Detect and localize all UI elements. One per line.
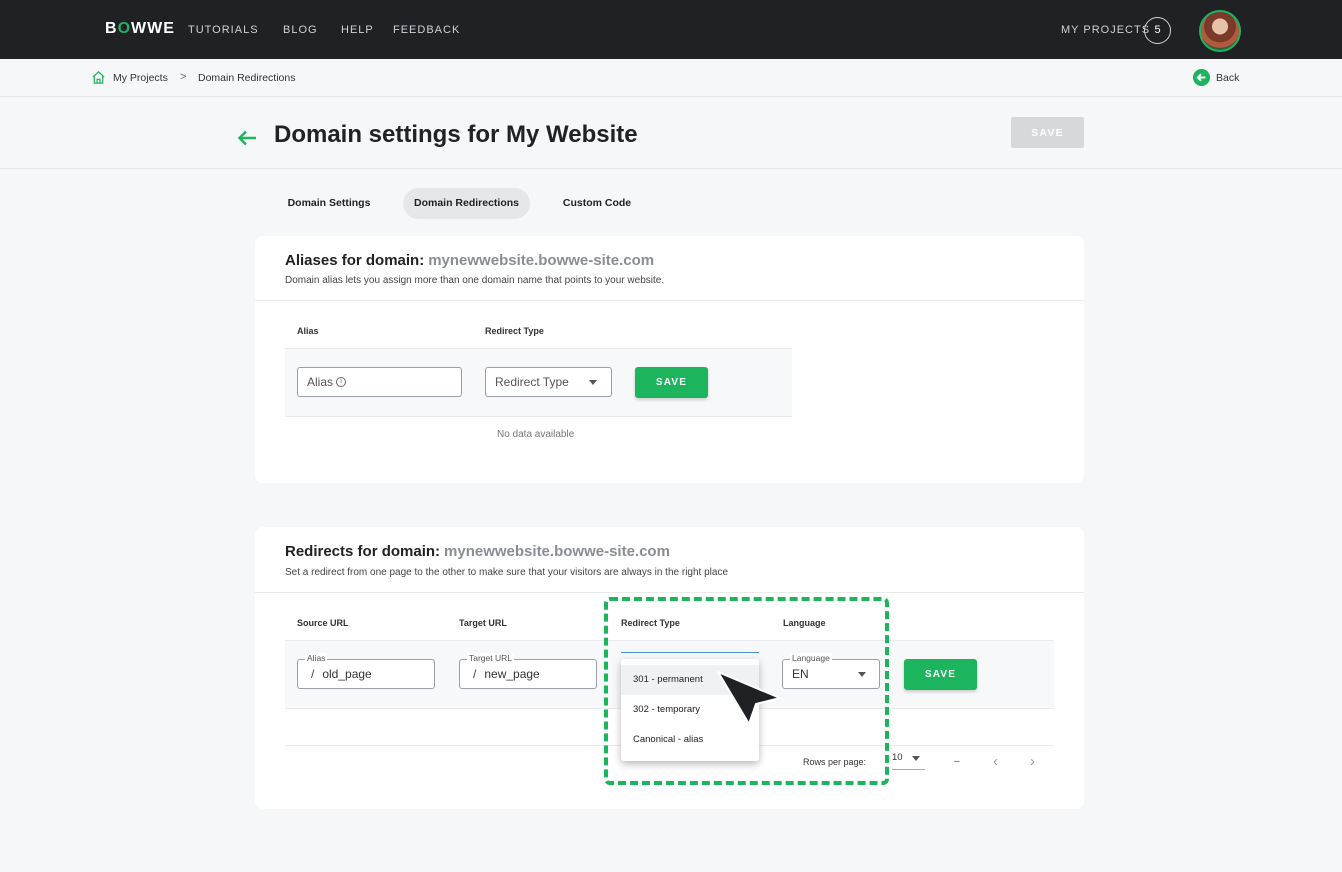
col-header-target-url: Target URL [459, 618, 507, 628]
tab-domain-redirections[interactable]: Domain Redirections [403, 188, 530, 219]
col-header-alias: Alias [297, 326, 319, 336]
redirects-subtitle: Set a redirect from one page to the othe… [285, 567, 729, 578]
home-icon[interactable] [91, 70, 106, 85]
my-projects-link[interactable]: MY PROJECTS [1061, 24, 1150, 36]
nav-link-blog[interactable]: BLOG [283, 24, 318, 36]
nav-link-help[interactable]: HELP [341, 24, 374, 36]
rows-per-page-select[interactable]: 10 [892, 752, 925, 770]
col-header-redirect-type: Redirect Type [485, 326, 544, 336]
alias-input[interactable]: Alias i [297, 367, 462, 397]
bowwe-logo[interactable]: BOWWE [105, 20, 175, 38]
breadcrumb-my-projects[interactable]: My Projects [113, 72, 168, 84]
aliases-card: Aliases for domain: mynewwebsite.bowwe-si… [255, 236, 1084, 483]
back-link[interactable]: Back [1216, 72, 1239, 84]
empty-state: No data available [497, 429, 575, 440]
page-header [0, 97, 1342, 169]
page-title: Domain settings for My Website [274, 121, 638, 148]
breadcrumb: My Projects > Domain Redirections Back [0, 59, 1342, 97]
page-back-arrow-icon[interactable] [236, 127, 258, 149]
page-range: – [954, 756, 960, 767]
save-button[interactable]: SAVE [1011, 117, 1084, 148]
next-page-button[interactable]: › [1030, 753, 1035, 770]
chevron-down-icon [912, 756, 920, 761]
chevron-down-icon [589, 380, 597, 385]
redirects-title: Redirects for domain: mynewwebsite.bowwe-… [285, 543, 670, 560]
aliases-title: Aliases for domain: mynewwebsite.bowwe-si… [285, 252, 655, 269]
back-arrow-icon[interactable] [1193, 69, 1210, 86]
mouse-cursor-icon [717, 671, 781, 725]
nav-link-feedback[interactable]: FEEDBACK [393, 24, 460, 36]
target-url-input[interactable]: Target URL / new_page [459, 653, 597, 689]
col-header-source-url: Source URL [297, 618, 349, 628]
tab-custom-code[interactable]: Custom Code [552, 188, 642, 219]
divider [255, 592, 1084, 593]
redirect-save-button[interactable]: SAVE [904, 659, 977, 690]
info-icon: i [336, 377, 347, 387]
rows-per-page-label: Rows per page: [803, 757, 867, 767]
tab-domain-settings[interactable]: Domain Settings [276, 188, 382, 219]
breadcrumb-current: Domain Redirections [198, 72, 296, 84]
breadcrumb-separator: > [180, 71, 187, 83]
avatar[interactable] [1199, 10, 1241, 52]
prev-page-button[interactable]: ‹ [993, 753, 998, 770]
source-url-input[interactable]: Alias / old_page [297, 653, 435, 689]
nav-link-tutorials[interactable]: TUTORIALS [188, 24, 259, 36]
top-nav: BOWWE TUTORIALS BLOG HELP FEEDBACK MY PR… [0, 0, 1342, 59]
alias-save-button[interactable]: SAVE [635, 367, 708, 398]
project-count-badge[interactable]: 5 [1144, 17, 1171, 44]
aliases-subtitle: Domain alias lets you assign more than o… [285, 275, 665, 286]
divider [255, 300, 1084, 301]
